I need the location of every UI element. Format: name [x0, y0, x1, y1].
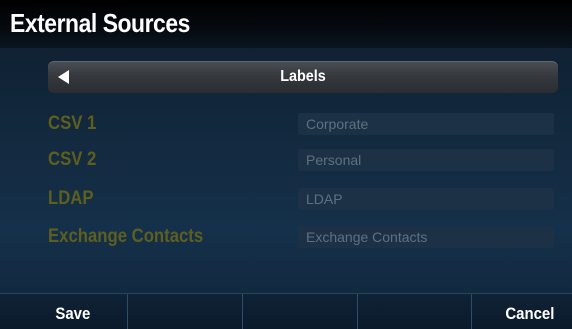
csv2-field[interactable]: Personal: [298, 149, 554, 171]
row-label-csv1: CSV 1: [48, 113, 97, 134]
labels-nav-bar[interactable]: Labels: [48, 61, 558, 93]
softkey-4[interactable]: [358, 294, 472, 329]
page-title: External Sources: [10, 8, 190, 38]
softkey-2[interactable]: [128, 294, 243, 329]
cancel-button-label: Cancel: [505, 304, 555, 323]
nav-bar-label: Labels: [280, 68, 326, 85]
row-ldap[interactable]: LDAP LDAP: [0, 185, 572, 215]
save-button[interactable]: Save: [0, 294, 128, 329]
title-bar: External Sources: [0, 0, 572, 48]
exchange-contacts-field[interactable]: Exchange Contacts: [298, 226, 554, 248]
back-arrow-icon[interactable]: [58, 70, 69, 84]
csv1-field[interactable]: Corporate: [298, 113, 554, 135]
softkey-bar: Save Cancel: [0, 293, 572, 329]
row-label-csv2: CSV 2: [48, 149, 97, 170]
row-exchange-contacts[interactable]: Exchange Contacts Exchange Contacts: [0, 223, 572, 253]
row-csv1[interactable]: CSV 1 Corporate: [0, 110, 572, 140]
phone-screen: External Sources Labels CSV 1 Corporate …: [0, 0, 572, 329]
softkey-3[interactable]: [243, 294, 358, 329]
cancel-button[interactable]: Cancel: [472, 294, 572, 329]
save-button-label: Save: [55, 304, 91, 323]
row-csv2[interactable]: CSV 2 Personal: [0, 146, 572, 176]
row-label-ldap: LDAP: [48, 188, 94, 209]
row-label-exchange-contacts: Exchange Contacts: [48, 226, 204, 247]
ldap-field[interactable]: LDAP: [298, 188, 554, 210]
